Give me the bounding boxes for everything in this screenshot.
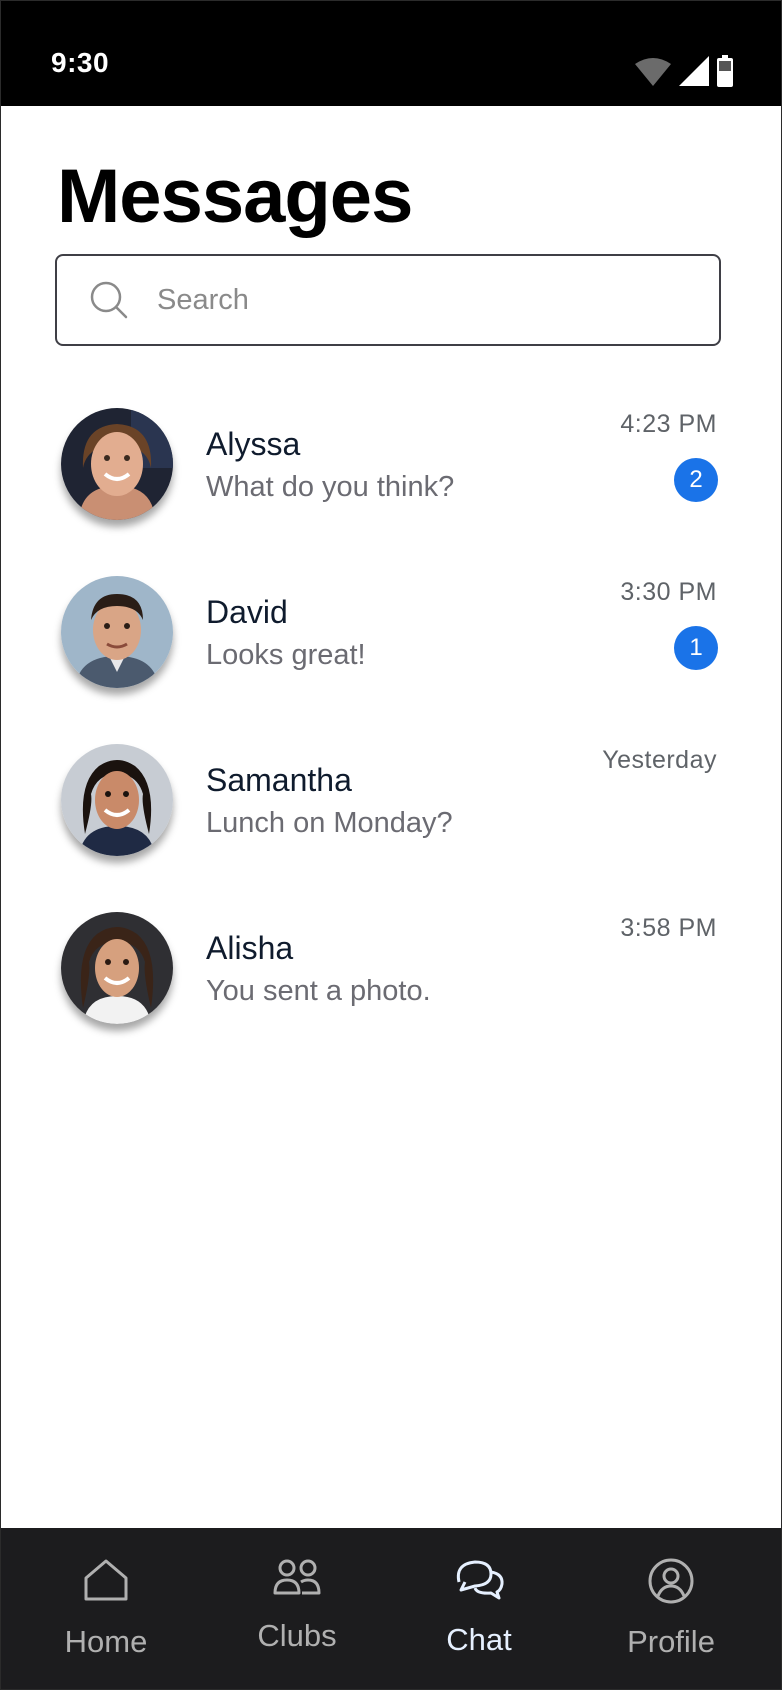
people-icon — [272, 1558, 322, 1596]
contact-name: Alisha — [206, 930, 294, 966]
message-time: 3:58 PM — [620, 914, 717, 942]
contact-name: Alyssa — [206, 426, 301, 462]
message-time: 3:30 PM — [620, 578, 717, 606]
status-icons — [635, 55, 733, 92]
nav-label-clubs: Clubs — [257, 1618, 337, 1653]
search-icon — [89, 280, 129, 320]
conversation-row-david[interactable]: David Looks great! 3:30 PM 1 — [1, 564, 781, 732]
nav-label-profile: Profile — [627, 1624, 715, 1659]
unread-badge: 2 — [674, 458, 718, 502]
message-preview: Lunch on Monday? — [206, 807, 453, 839]
search-bar[interactable] — [55, 254, 721, 346]
conversation-row-alisha[interactable]: Alisha You sent a photo. 3:58 PM — [1, 900, 781, 1068]
message-time: 4:23 PM — [620, 410, 717, 438]
nav-item-home[interactable]: Home — [46, 1528, 166, 1689]
avatar — [61, 912, 173, 1024]
unread-badge: 1 — [674, 626, 718, 670]
conversation-row-samantha[interactable]: Samantha Lunch on Monday? Yesterday — [1, 732, 781, 900]
signal-icon — [679, 56, 709, 91]
battery-icon — [717, 55, 733, 92]
nav-item-chat[interactable]: Chat — [419, 1528, 539, 1689]
message-preview: You sent a photo. — [206, 975, 431, 1007]
avatar — [61, 408, 173, 520]
page-title: Messages — [57, 154, 413, 239]
contact-name: Samantha — [206, 762, 352, 798]
nav-label-chat: Chat — [446, 1622, 512, 1657]
message-preview: Looks great! — [206, 639, 366, 671]
contact-name: David — [206, 594, 288, 630]
chat-icon — [453, 1558, 505, 1600]
conversation-list: Alyssa What do you think? 4:23 PM 2 Davi… — [1, 396, 781, 1068]
message-time: Yesterday — [602, 746, 717, 774]
status-bar: 9:30 — [1, 1, 781, 106]
nav-label-home: Home — [64, 1624, 148, 1659]
message-preview: What do you think? — [206, 471, 455, 503]
bottom-nav: Home Clubs Chat Profile — [1, 1528, 781, 1689]
app-screen: 9:30 Messages Search Alyssa What do you … — [0, 0, 782, 1690]
nav-item-profile[interactable]: Profile — [611, 1528, 731, 1689]
nav-item-clubs[interactable]: Clubs — [237, 1528, 357, 1689]
avatar — [61, 576, 173, 688]
wifi-icon — [635, 56, 671, 91]
profile-icon — [648, 1558, 694, 1604]
avatar — [61, 744, 173, 856]
home-icon — [83, 1558, 129, 1602]
search-input[interactable] — [155, 282, 699, 318]
status-time: 9:30 — [51, 47, 110, 78]
conversation-row-alyssa[interactable]: Alyssa What do you think? 4:23 PM 2 — [1, 396, 781, 564]
